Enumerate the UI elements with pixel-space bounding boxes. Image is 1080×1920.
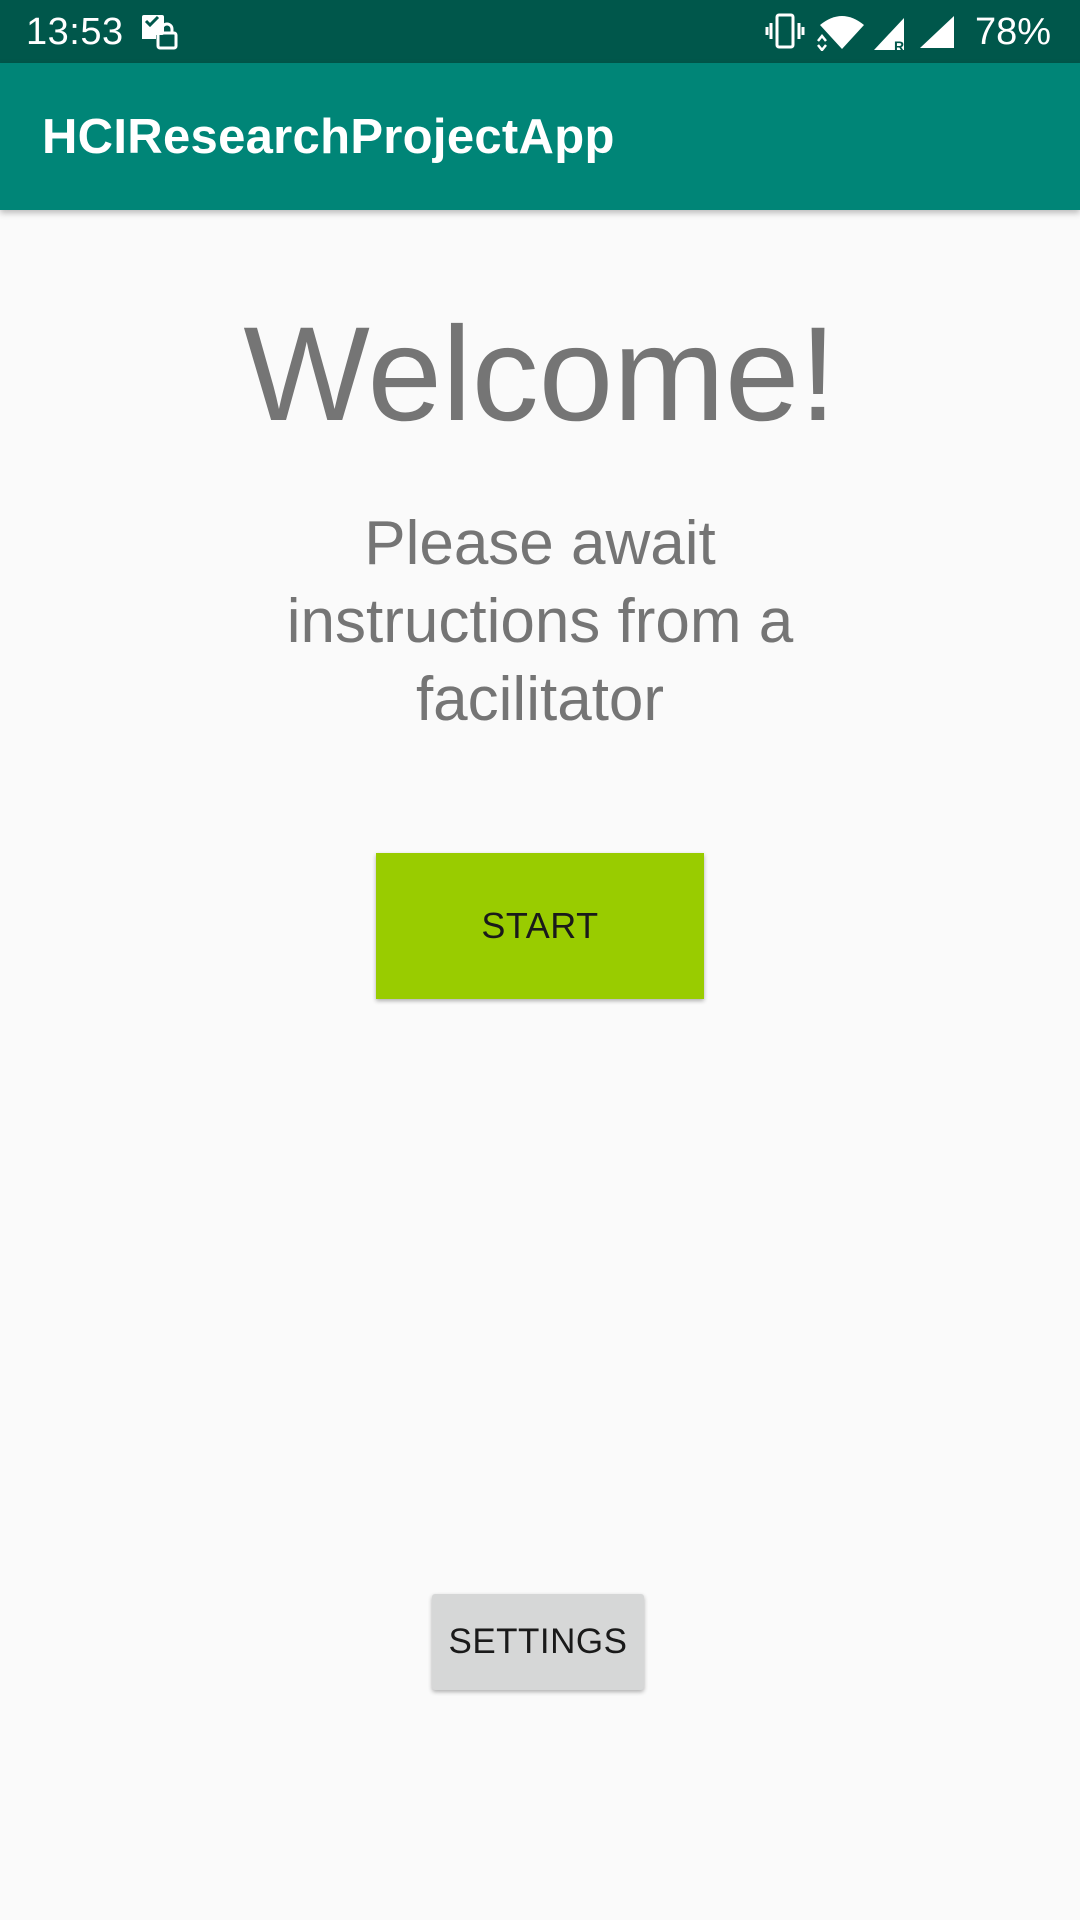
battery-level: 78% <box>975 11 1052 53</box>
app-title: HCIResearchProjectApp <box>42 110 615 164</box>
status-bar: 13:53 R 78% <box>0 0 1080 63</box>
svg-text:R: R <box>894 38 904 52</box>
welcome-heading: Welcome! <box>243 300 837 449</box>
wifi-icon <box>817 16 864 51</box>
status-icons: R 78% <box>750 0 1080 63</box>
start-button[interactable]: START <box>376 853 704 999</box>
signal-icon <box>920 16 954 48</box>
settings-button[interactable]: SETTINGS <box>432 1594 644 1690</box>
instructions-text: Please await instructions from a facilit… <box>286 509 794 734</box>
app-bar: HCIResearchProjectApp <box>0 63 1080 210</box>
signal-roaming-icon: R <box>874 18 904 52</box>
status-time: 13:53 <box>26 11 124 53</box>
notification-icon <box>142 15 178 50</box>
vibrate-icon <box>765 13 805 49</box>
